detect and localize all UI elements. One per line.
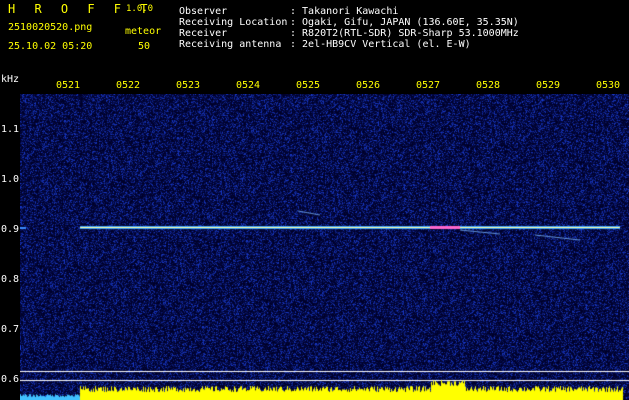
y-tick-label: 1.1 [1, 124, 20, 135]
x-tick-label: 0529 [536, 80, 561, 91]
value-receiver: : R820T2(RTL-SDR) SDR-Sharp 53.1000MHz [290, 28, 519, 39]
label-location: Receiving Location [179, 17, 288, 28]
x-tick-label: 0526 [356, 80, 381, 91]
x-tick-label: 0530 [596, 80, 621, 91]
file-name: 2510020520.png [8, 22, 93, 33]
spectrogram-panel: kHz 0521 0522 0523 0524 0525 0526 0527 0… [0, 62, 629, 400]
x-tick-label: 0522 [116, 80, 141, 91]
spectrogram-canvas [20, 94, 629, 400]
y-tick-label: 1.0 [1, 174, 20, 185]
y-tick-label: 0.9 [1, 224, 20, 235]
value-antenna: : 2el-HB9CV Vertical (el. E-W) [290, 39, 471, 50]
app-version: 1.0.0 [126, 4, 154, 14]
label-antenna: Receiving antenna [179, 39, 282, 50]
timestamp: 25.10.02 05:20 [8, 41, 93, 52]
y-tick-label: 0.6 [1, 374, 20, 385]
header-panel: H R O F F T 1.0.0 2510020520.png 25.10.0… [0, 0, 629, 62]
y-tick-label: 0.7 [1, 324, 20, 335]
x-tick-label: 0523 [176, 80, 201, 91]
label-receiver: Receiver [179, 28, 228, 39]
value-observer: : Takanori Kawachi [290, 6, 399, 17]
x-tick-label: 0528 [476, 80, 501, 91]
label-observer: Observer [179, 6, 228, 17]
meteor-count: 50 [138, 41, 151, 52]
x-tick-label: 0524 [236, 80, 261, 91]
meteor-label: meteor [125, 26, 162, 37]
x-tick-label: 0527 [416, 80, 441, 91]
x-tick-label: 0521 [56, 80, 81, 91]
value-location: : Ogaki, Gifu, JAPAN (136.60E, 35.35N) [290, 17, 519, 28]
y-axis-unit: kHz [1, 74, 20, 85]
y-tick-label: 0.8 [1, 274, 20, 285]
x-tick-label: 0525 [296, 80, 321, 91]
